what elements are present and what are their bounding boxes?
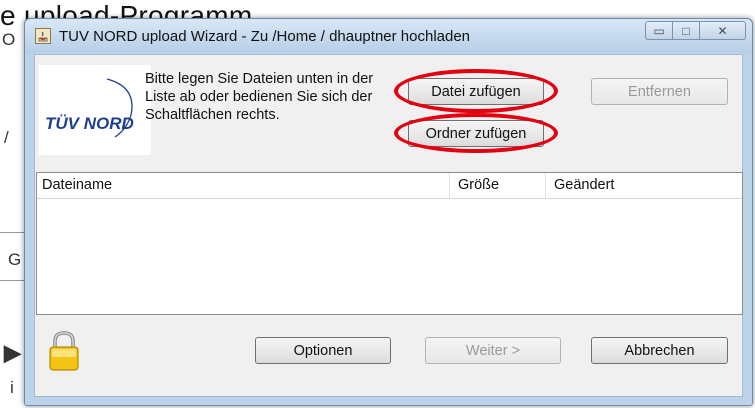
file-list-header: Dateiname Größe Geändert [37, 173, 742, 199]
file-list[interactable]: Dateiname Größe Geändert [36, 172, 743, 315]
background-fragment: G [8, 250, 22, 269]
background-fragment: ▶ [4, 340, 21, 365]
add-folder-button[interactable]: Ordner zufügen [408, 120, 544, 147]
remove-button[interactable]: Entfernen [591, 78, 728, 105]
title-bar[interactable]: TUV NORD upload Wizard - Zu /Home / dhau… [25, 19, 752, 53]
window-title: TUV NORD upload Wizard - Zu /Home / dhau… [59, 28, 471, 45]
next-button[interactable]: Weiter > [425, 337, 561, 364]
java-app-icon [35, 28, 51, 44]
column-separator[interactable] [449, 173, 450, 198]
background-fragment: i [10, 378, 14, 397]
cancel-button[interactable]: Abbrechen [591, 337, 728, 364]
column-header-size[interactable]: Größe [458, 177, 499, 193]
add-file-button[interactable]: Datei zufügen [408, 78, 544, 105]
window-controls: ▭ □ ✕ [645, 21, 746, 40]
upload-wizard-window: TUV NORD upload Wizard - Zu /Home / dhau… [24, 18, 753, 406]
lock-icon [48, 330, 80, 372]
background-fragment: / [4, 128, 9, 147]
column-header-modified[interactable]: Geändert [554, 177, 614, 193]
options-button[interactable]: Optionen [255, 337, 391, 364]
minimize-icon: ▭ [653, 23, 665, 38]
wizard-content: TÜV NORD Bitte legen Sie Dateien unten i… [34, 54, 743, 397]
maximize-button[interactable]: □ [673, 21, 700, 40]
column-header-filename[interactable]: Dateiname [42, 177, 112, 193]
maximize-icon: □ [682, 23, 690, 38]
column-separator[interactable] [545, 173, 546, 198]
close-button[interactable]: ✕ [700, 21, 746, 40]
background-fragment: O [2, 30, 16, 49]
minimize-button[interactable]: ▭ [645, 21, 673, 40]
instructions-text: Bitte legen Sie Dateien unten in der Lis… [145, 71, 374, 123]
svg-text:TÜV NORD: TÜV NORD [45, 114, 134, 133]
tuv-nord-logo: TÜV NORD [39, 65, 151, 155]
close-icon: ✕ [717, 23, 728, 38]
